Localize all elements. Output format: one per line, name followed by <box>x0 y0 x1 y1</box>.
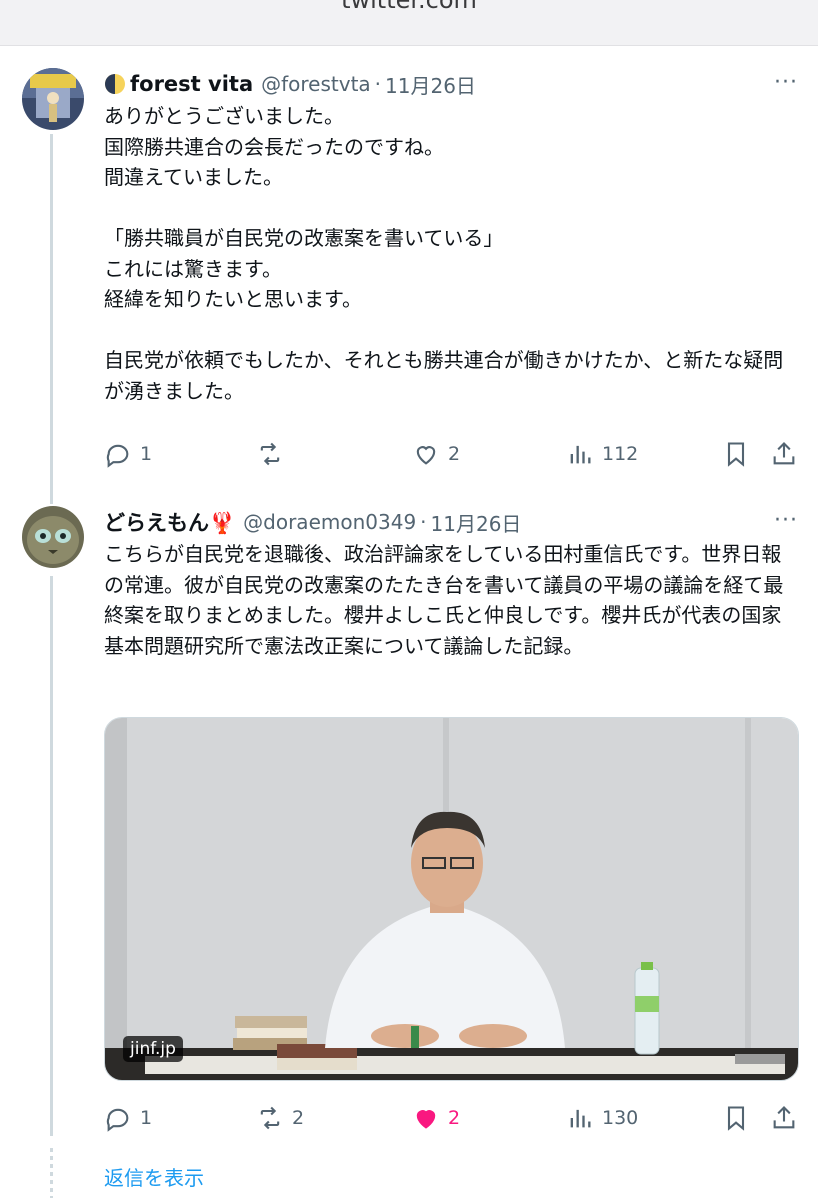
tweet-date[interactable]: 11月26日 <box>431 508 522 537</box>
tweet-text: ありがとうございました。 国際勝共連合の会長だったのですね。 間違えていました。… <box>104 104 784 403</box>
thread-line <box>50 576 53 1136</box>
user-handle[interactable]: @forestvta <box>261 72 371 96</box>
display-name[interactable]: forest vita <box>130 72 253 96</box>
bookmark-icon <box>727 1106 745 1131</box>
more-icon[interactable]: ··· <box>774 508 798 533</box>
media-source-badge: jinf.jp <box>123 1036 183 1062</box>
more-icon[interactable]: ··· <box>774 70 798 95</box>
avatar[interactable] <box>22 68 84 130</box>
user-handle[interactable]: @doraemon0349 <box>243 510 416 534</box>
bookmark-button[interactable] <box>722 1102 750 1134</box>
separator: · <box>420 510 427 534</box>
like-count: 2 <box>448 443 461 465</box>
tweet-text: こちらが自民党を退職後、政治評論家をしている田村重信氏です。世界日報の常連。彼が… <box>104 542 784 658</box>
tweet-date[interactable]: 11月26日 <box>385 70 476 99</box>
tweet-header: どらえもん🦞 @doraemon0349 · 11月26日 <box>104 506 521 538</box>
reply-count: 1 <box>140 443 153 465</box>
retweet-count: 2 <box>292 1107 305 1129</box>
bookmark-button[interactable] <box>722 438 750 470</box>
views-icon <box>570 445 591 464</box>
display-name[interactable]: どらえもん🦞 <box>104 507 235 537</box>
tweet-actions: 1 2 2 130 <box>100 1102 800 1134</box>
retweet-button[interactable] <box>256 438 292 470</box>
like-button[interactable]: 2 <box>412 438 460 470</box>
bookmark-icon <box>727 442 745 467</box>
thread-line-dotted <box>50 1148 53 1198</box>
views-icon <box>570 1109 591 1128</box>
share-icon <box>773 442 795 465</box>
share-button[interactable] <box>770 438 798 470</box>
avatar[interactable] <box>22 506 84 568</box>
browser-url-bar[interactable]: twitter.com <box>0 0 818 46</box>
retweet-button[interactable]: 2 <box>256 1102 304 1134</box>
share-icon <box>773 1106 795 1129</box>
reply-icon <box>106 1108 129 1132</box>
views-count: 112 <box>602 443 639 465</box>
like-count: 2 <box>448 1107 461 1129</box>
retweet-icon <box>260 1106 280 1130</box>
tweet-media-image[interactable]: jinf.jp <box>104 717 799 1081</box>
retweet-icon <box>260 442 280 466</box>
views-button[interactable]: 112 <box>566 438 638 470</box>
reply-count: 1 <box>140 1107 153 1129</box>
reply-icon <box>106 444 129 468</box>
show-replies-link[interactable]: 返信を表示 <box>104 1162 204 1191</box>
reply-button[interactable]: 1 <box>104 1102 152 1134</box>
url-text: twitter.com <box>341 0 477 14</box>
tweet-actions: 1 2 112 <box>100 438 800 470</box>
like-icon <box>416 446 436 465</box>
share-button[interactable] <box>770 1102 798 1134</box>
views-button[interactable]: 130 <box>566 1102 638 1134</box>
tweet-header: forest vita @forestvta · 11月26日 <box>104 68 476 100</box>
thread-line <box>50 134 53 504</box>
views-count: 130 <box>602 1107 639 1129</box>
separator: · <box>374 72 382 96</box>
like-icon <box>416 1110 436 1129</box>
reply-button[interactable]: 1 <box>104 438 152 470</box>
like-button[interactable]: 2 <box>412 1102 460 1134</box>
moon-icon <box>104 73 126 95</box>
